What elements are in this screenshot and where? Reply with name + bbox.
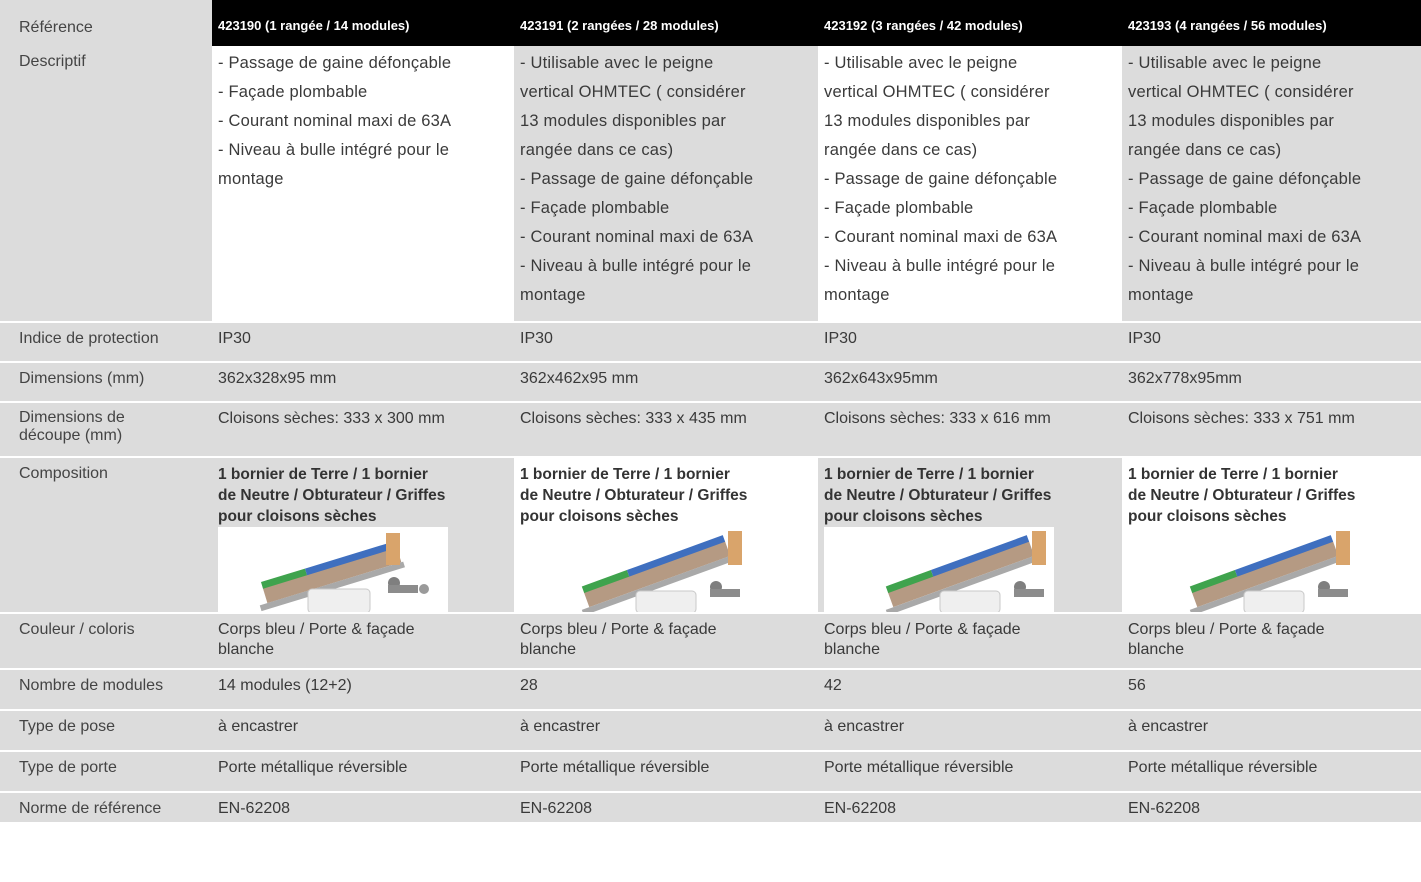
desc-line: - Niveau à bulle intégré pour le [824,257,1056,275]
descriptif-cell: - Utilisable avec le peigne vertical OHM… [818,46,1122,321]
bornier-product-image [218,527,448,612]
desc-line: montage [824,286,890,304]
desc-line: - Passage de gaine défonçable [218,54,452,72]
row-label-decoupe: Dimensions de découpe (mm) [0,401,212,456]
composition-text: 1 bornier de Terre / 1 bornier de Neutre… [1128,466,1356,525]
pose-value: à encastrer [1122,709,1421,750]
dimensions-value: 362x328x95 mm [212,361,514,401]
composition-cell: 1 bornier de Terre / 1 bornier de Neutre… [818,456,1122,612]
column-header-423190: 423190 (1 rangée / 14 modules) [212,0,514,46]
norme-value: EN-62208 [212,791,514,822]
desc-line: - Passage de gaine défonçable [520,170,754,188]
desc-line: 13 modules disponibles par [824,112,1031,130]
desc-line: montage [520,286,586,304]
descriptif-cell: - Utilisable avec le peigne vertical OHM… [514,46,818,321]
row-label-protection: Indice de protection [0,321,212,361]
bornier-product-image [1189,531,1350,612]
desc-line: - Courant nominal maxi de 63A [824,228,1058,246]
composition-cell: 1 bornier de Terre / 1 bornier de Neutre… [212,456,514,612]
desc-line: vertical OHMTEC ( considérer [520,83,746,101]
row-label-couleur: Couleur / coloris [0,612,212,668]
norme-value: EN-62208 [514,791,818,822]
dimensions-value: 362x778x95mm [1122,361,1421,401]
decoupe-value: Cloisons sèches: 333 x 300 mm [212,401,514,456]
decoupe-value: Cloisons sèches: 333 x 751 mm [1122,401,1421,456]
protection-value: IP30 [514,321,818,361]
decoupe-value: Cloisons sèches: 333 x 616 mm [818,401,1122,456]
desc-line: - Façade plombable [824,199,974,217]
norme-value: EN-62208 [818,791,1122,822]
desc-line: - Niveau à bulle intégré pour le [1128,257,1360,275]
norme-value: EN-62208 [1122,791,1421,822]
composition-text: 1 bornier de Terre / 1 bornier de Neutre… [824,466,1052,525]
desc-line: rangée dans ce cas) [1128,141,1282,159]
desc-line: - Utilisable avec le peigne [1128,54,1322,72]
desc-line: - Passage de gaine défonçable [1128,170,1362,188]
dimensions-value: 362x643x95mm [818,361,1122,401]
pose-value: à encastrer [818,709,1122,750]
desc-line: - Courant nominal maxi de 63A [520,228,754,246]
row-label-dimensions: Dimensions (mm) [0,361,212,401]
pose-value: à encastrer [212,709,514,750]
desc-line: 13 modules disponibles par [1128,112,1335,130]
desc-line: - Façade plombable [218,83,368,101]
couleur-value: Corps bleu / Porte & façade blanche [514,612,818,668]
couleur-value: Corps bleu / Porte & façade blanche [212,612,514,668]
desc-line: - Niveau à bulle intégré pour le [520,257,752,275]
composition-cell: 1 bornier de Terre / 1 bornier de Neutre… [514,456,818,612]
composition-text: 1 bornier de Terre / 1 bornier de Neutre… [520,466,748,525]
pose-value: à encastrer [514,709,818,750]
desc-line: - Passage de gaine défonçable [824,170,1058,188]
row-label-composition: Composition [0,456,212,612]
desc-line: rangée dans ce cas) [520,141,674,159]
dimensions-value: 362x462x95 mm [514,361,818,401]
row-label-descriptif: Descriptif [0,46,212,321]
desc-line: vertical OHMTEC ( considérer [824,83,1050,101]
composition-text: 1 bornier de Terre / 1 bornier de Neutre… [218,466,446,525]
modules-value: 42 [818,668,1122,709]
desc-line: 13 modules disponibles par [520,112,727,130]
desc-line: montage [218,170,284,188]
porte-value: Porte métallique réversible [818,750,1122,791]
decoupe-value: Cloisons sèches: 333 x 435 mm [514,401,818,456]
modules-value: 56 [1122,668,1421,709]
modules-value: 14 modules (12+2) [212,668,514,709]
desc-line: vertical OHMTEC ( considérer [1128,83,1354,101]
bornier-product-image [824,527,1054,612]
desc-line: - Courant nominal maxi de 63A [1128,228,1362,246]
row-label-reference: Référence [0,0,212,46]
protection-value: IP30 [212,321,514,361]
bornier-product-image [581,531,742,612]
desc-line: - Utilisable avec le peigne [824,54,1018,72]
modules-value: 28 [514,668,818,709]
composition-cell: 1 bornier de Terre / 1 bornier de Neutre… [1122,456,1421,612]
couleur-value: Corps bleu / Porte & façade blanche [818,612,1122,668]
row-label-porte: Type de porte [0,750,212,791]
desc-line: - Courant nominal maxi de 63A [218,112,452,130]
desc-line: rangée dans ce cas) [824,141,978,159]
row-label-pose: Type de pose [0,709,212,750]
desc-line: - Niveau à bulle intégré pour le [218,141,450,159]
porte-value: Porte métallique réversible [514,750,818,791]
desc-line: - Façade plombable [520,199,670,217]
row-label-norme: Norme de référence [0,791,212,822]
specs-table: Référence 423190 (1 rangée / 14 modules)… [0,0,1421,882]
descriptif-cell: - Passage de gaine défonçable - Façade p… [212,46,514,321]
couleur-value: Corps bleu / Porte & façade blanche [1122,612,1421,668]
row-label-modules: Nombre de modules [0,668,212,709]
protection-value: IP30 [818,321,1122,361]
porte-value: Porte métallique réversible [212,750,514,791]
desc-line: - Utilisable avec le peigne [520,54,714,72]
column-header-423191: 423191 (2 rangées / 28 modules) [514,0,818,46]
desc-line: montage [1128,286,1194,304]
protection-value: IP30 [1122,321,1421,361]
column-header-423193: 423193 (4 rangées / 56 modules) [1122,0,1421,46]
descriptif-cell: - Utilisable avec le peigne vertical OHM… [1122,46,1421,321]
column-header-423192: 423192 (3 rangées / 42 modules) [818,0,1122,46]
desc-line: - Façade plombable [1128,199,1278,217]
porte-value: Porte métallique réversible [1122,750,1421,791]
